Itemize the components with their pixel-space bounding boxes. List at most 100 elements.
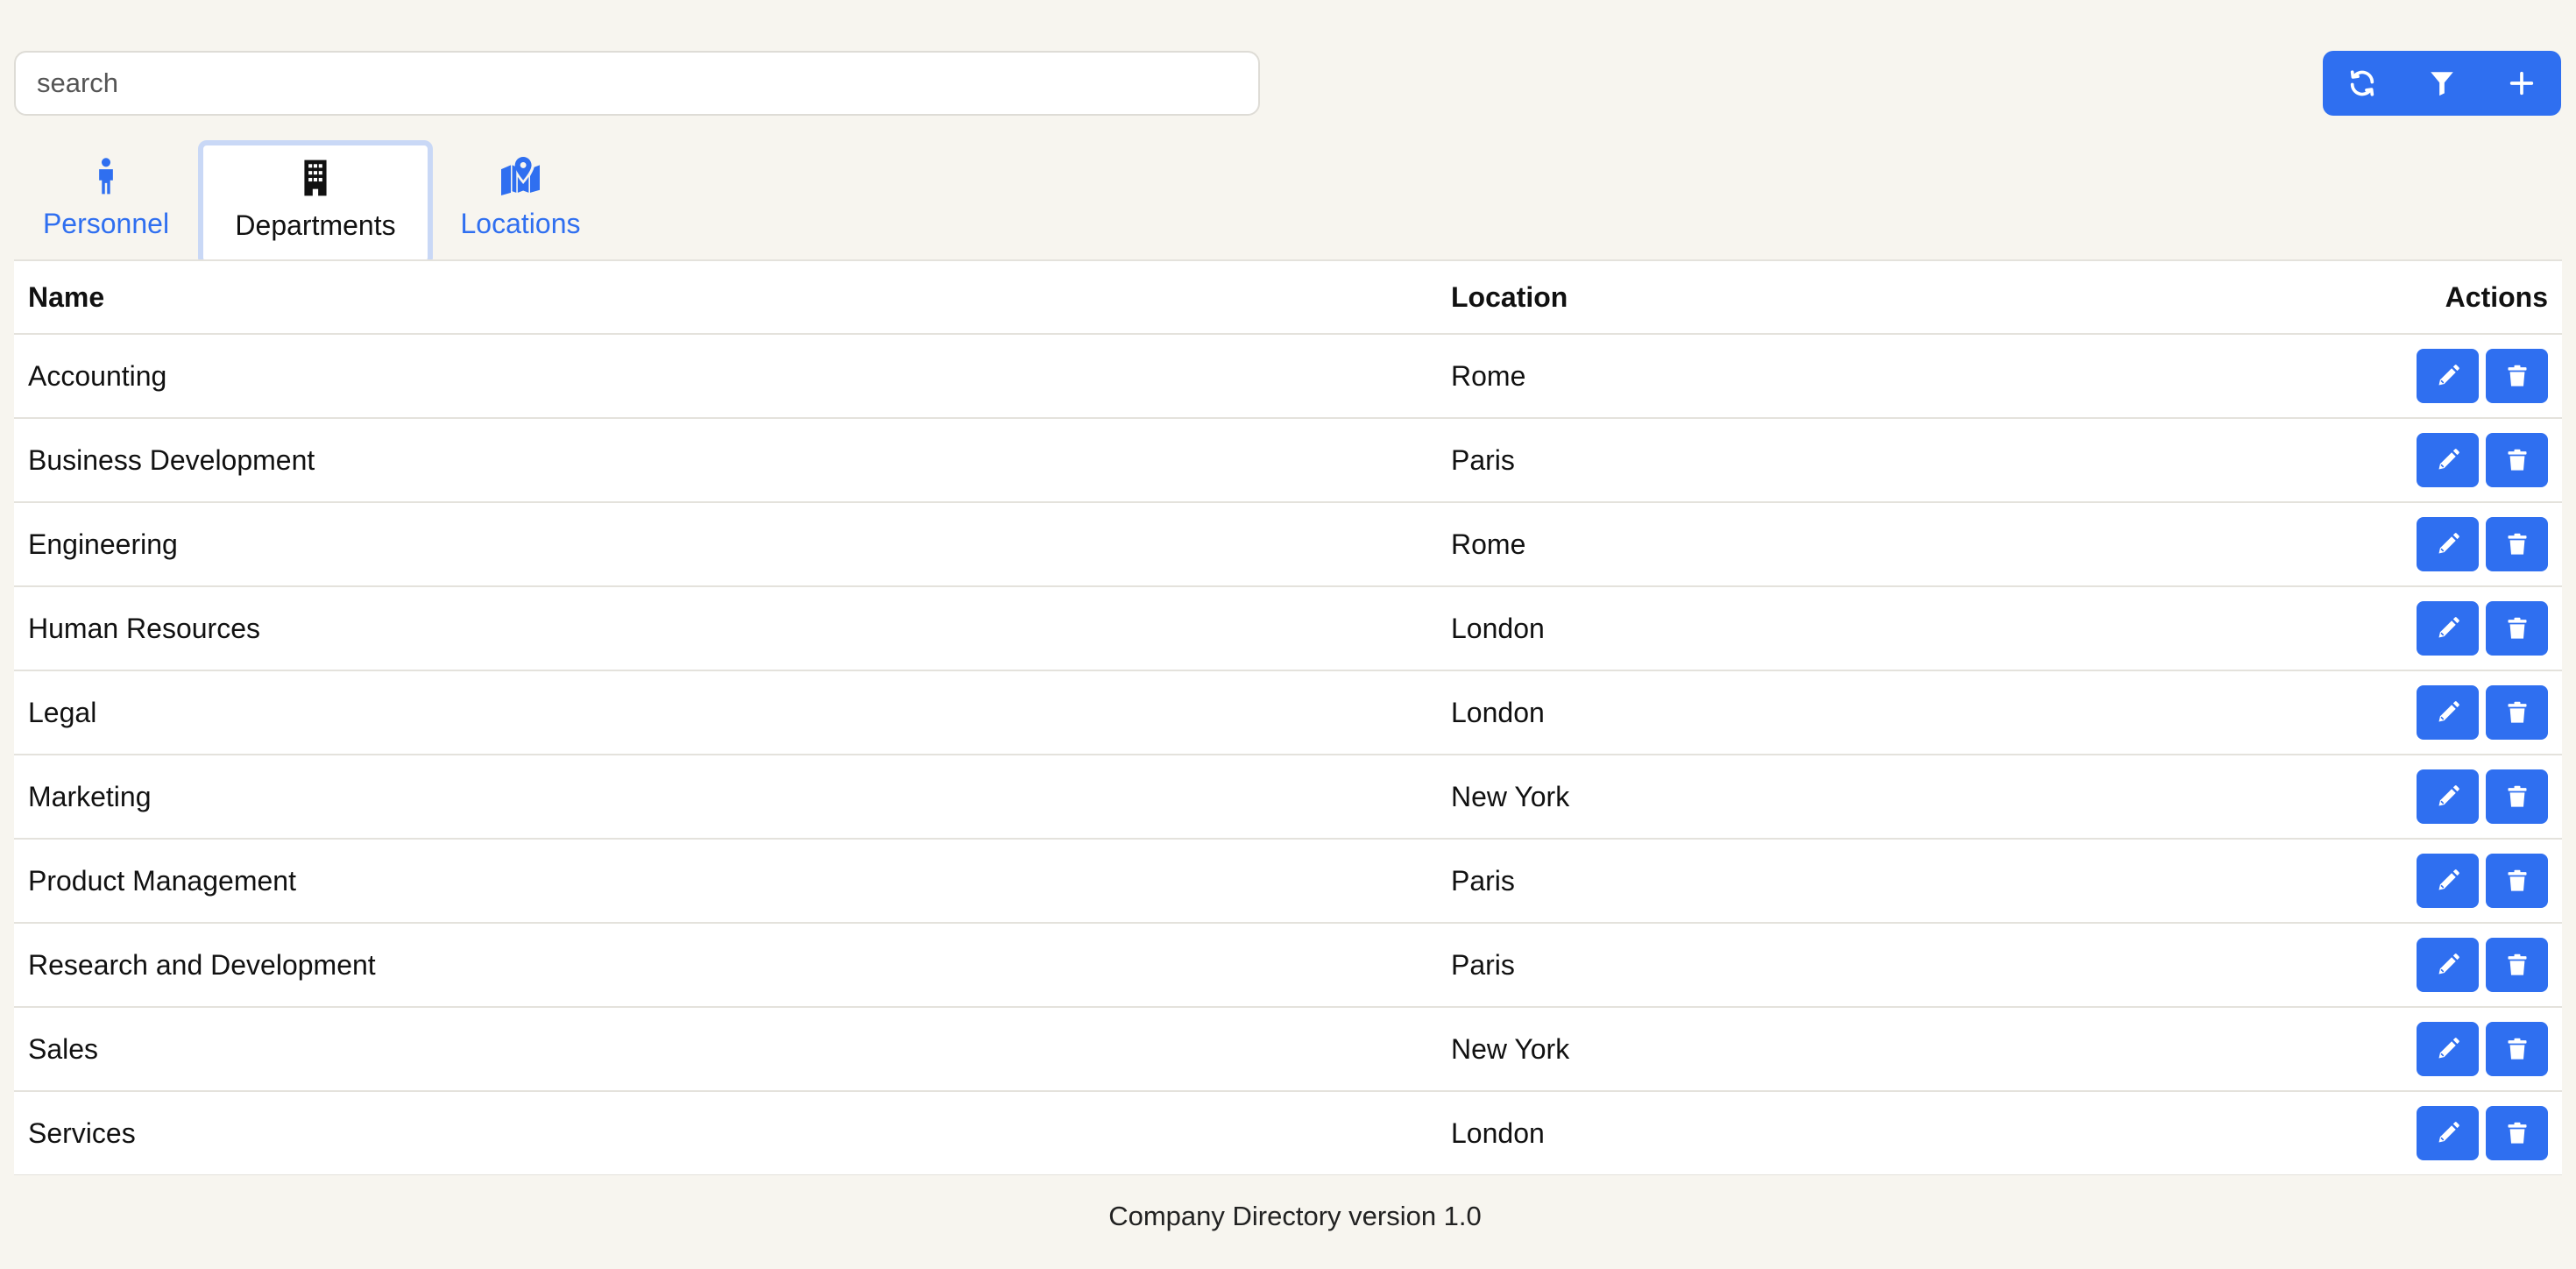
department-name: Human Resources xyxy=(14,586,1437,671)
map-icon xyxy=(501,157,540,195)
pencil-icon xyxy=(2438,533,2459,554)
department-name: Legal xyxy=(14,670,1437,755)
row-actions xyxy=(2254,755,2562,840)
departments-table: Name Location Actions Accounting Rome Busi… xyxy=(14,259,2562,1175)
toolbar-button-group xyxy=(2323,51,2561,116)
table-row: Sales New York xyxy=(14,1007,2562,1092)
delete-button[interactable] xyxy=(2486,1022,2548,1076)
trash-icon xyxy=(2508,869,2526,891)
delete-button[interactable] xyxy=(2486,349,2548,403)
department-location: Paris xyxy=(1437,923,2254,1008)
row-action-buttons xyxy=(2268,685,2548,740)
edit-button[interactable] xyxy=(2417,938,2479,992)
pencil-icon xyxy=(2438,1038,2459,1059)
pencil-icon xyxy=(2438,954,2459,975)
tab-locations-label: Locations xyxy=(460,208,581,239)
pencil-icon xyxy=(2438,617,2459,638)
tab-departments-label: Departments xyxy=(235,209,396,241)
trash-icon xyxy=(2508,449,2526,471)
building-icon xyxy=(304,160,327,196)
tab-locations[interactable]: Locations xyxy=(433,140,608,263)
row-actions xyxy=(2254,586,2562,671)
table-row: Research and Development Paris xyxy=(14,923,2562,1008)
edit-button[interactable] xyxy=(2417,1106,2479,1160)
add-button[interactable] xyxy=(2481,51,2561,116)
row-action-buttons xyxy=(2268,938,2548,992)
edit-button[interactable] xyxy=(2417,854,2479,908)
trash-icon xyxy=(2508,785,2526,807)
department-location: London xyxy=(1437,670,2254,755)
pencil-icon xyxy=(2438,1122,2459,1143)
department-name: Services xyxy=(14,1091,1437,1175)
plus-icon xyxy=(2509,71,2533,96)
edit-button[interactable] xyxy=(2417,349,2479,403)
refresh-icon xyxy=(2351,70,2374,96)
delete-button[interactable] xyxy=(2486,433,2548,487)
table-row: Accounting Rome xyxy=(14,334,2562,419)
pencil-icon xyxy=(2438,785,2459,806)
row-action-buttons xyxy=(2268,517,2548,571)
delete-button[interactable] xyxy=(2486,601,2548,656)
delete-button[interactable] xyxy=(2486,769,2548,824)
department-name: Business Development xyxy=(14,418,1437,503)
row-actions xyxy=(2254,418,2562,503)
department-location: New York xyxy=(1437,755,2254,840)
tab-personnel[interactable]: Personnel xyxy=(14,140,198,263)
trash-icon xyxy=(2508,701,2526,723)
department-location: Rome xyxy=(1437,334,2254,419)
search-input[interactable] xyxy=(14,51,1260,116)
row-action-buttons xyxy=(2268,854,2548,908)
row-actions xyxy=(2254,1091,2562,1175)
department-location: Paris xyxy=(1437,418,2254,503)
department-name: Research and Development xyxy=(14,923,1437,1008)
department-location: Paris xyxy=(1437,839,2254,924)
column-header-name[interactable]: Name xyxy=(14,261,1437,335)
edit-button[interactable] xyxy=(2417,433,2479,487)
footer-version-text: Company Directory version 1.0 xyxy=(1108,1201,1482,1231)
table-row: Human Resources London xyxy=(14,586,2562,671)
trash-icon xyxy=(2508,533,2526,555)
department-name: Engineering xyxy=(14,502,1437,587)
department-location: London xyxy=(1437,586,2254,671)
trash-icon xyxy=(2508,1038,2526,1060)
delete-button[interactable] xyxy=(2486,1106,2548,1160)
edit-button[interactable] xyxy=(2417,601,2479,656)
row-action-buttons xyxy=(2268,769,2548,824)
refresh-button[interactable] xyxy=(2323,51,2403,116)
delete-button[interactable] xyxy=(2486,517,2548,571)
pencil-icon xyxy=(2438,365,2459,386)
table-row: Legal London xyxy=(14,670,2562,755)
table-row: Marketing New York xyxy=(14,755,2562,840)
edit-button[interactable] xyxy=(2417,769,2479,824)
department-name: Product Management xyxy=(14,839,1437,924)
column-header-location[interactable]: Location xyxy=(1437,261,2254,335)
table-row: Services London xyxy=(14,1091,2562,1175)
edit-button[interactable] xyxy=(2417,685,2479,740)
edit-button[interactable] xyxy=(2417,517,2479,571)
filter-button[interactable] xyxy=(2403,51,2482,116)
trash-icon xyxy=(2508,1122,2526,1144)
department-name: Sales xyxy=(14,1007,1437,1092)
row-action-buttons xyxy=(2268,349,2548,403)
tab-departments[interactable]: Departments xyxy=(198,140,433,266)
department-location: Rome xyxy=(1437,502,2254,587)
pencil-icon xyxy=(2438,449,2459,470)
person-icon xyxy=(99,158,113,195)
trash-icon xyxy=(2508,954,2526,975)
row-actions xyxy=(2254,839,2562,924)
row-actions xyxy=(2254,670,2562,755)
row-action-buttons xyxy=(2268,1022,2548,1076)
department-location: New York xyxy=(1437,1007,2254,1092)
delete-button[interactable] xyxy=(2486,685,2548,740)
row-action-buttons xyxy=(2268,433,2548,487)
edit-button[interactable] xyxy=(2417,1022,2479,1076)
column-header-actions: Actions xyxy=(2254,261,2562,335)
trash-icon xyxy=(2508,617,2526,639)
delete-button[interactable] xyxy=(2486,938,2548,992)
row-action-buttons xyxy=(2268,601,2548,656)
row-actions xyxy=(2254,502,2562,587)
delete-button[interactable] xyxy=(2486,854,2548,908)
department-name: Accounting xyxy=(14,334,1437,419)
department-location: London xyxy=(1437,1091,2254,1175)
tab-personnel-label: Personnel xyxy=(42,208,170,239)
